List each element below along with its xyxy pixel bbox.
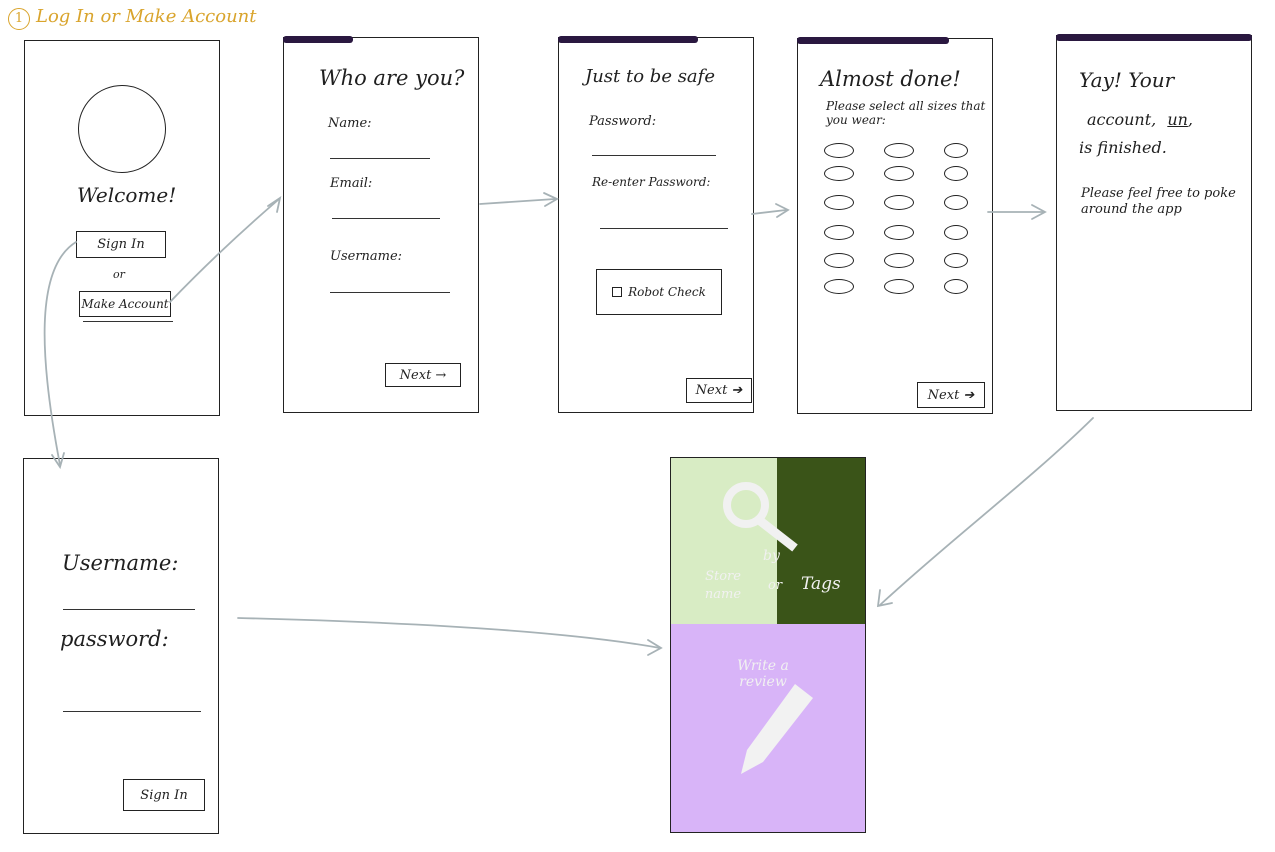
size-option[interactable]	[944, 166, 968, 181]
finished-line-2: account, un,	[1087, 110, 1193, 129]
account-text: account,	[1087, 110, 1157, 129]
progress-bar	[558, 36, 698, 43]
size-option[interactable]	[944, 195, 968, 210]
next-button[interactable]: Next ➔	[917, 382, 985, 408]
name-label: Name:	[328, 116, 372, 131]
size-option[interactable]	[824, 195, 854, 210]
size-option[interactable]	[884, 143, 914, 158]
almost-subheading: Please select all sizes that you wear:	[826, 99, 986, 127]
size-option[interactable]	[944, 279, 968, 294]
size-option[interactable]	[944, 253, 968, 268]
size-option[interactable]	[824, 143, 854, 158]
username-value: un	[1167, 110, 1188, 129]
next-button[interactable]: Next →	[385, 363, 461, 387]
next-button[interactable]: Next ➔	[686, 378, 752, 403]
size-option[interactable]	[884, 225, 914, 240]
robot-check-button[interactable]: Robot Check	[596, 269, 722, 315]
store-name-label: Store name	[704, 569, 742, 602]
finished-note: Please feel free to poke around the app	[1081, 186, 1236, 217]
sizes-screen: Almost done! Please select all sizes tha…	[797, 37, 993, 414]
size-option[interactable]	[824, 166, 854, 181]
logo-circle	[78, 85, 166, 173]
username-input[interactable]	[63, 609, 195, 610]
password-label: Password:	[589, 114, 657, 129]
username-input[interactable]	[330, 292, 450, 293]
finished-line-3: is finished.	[1079, 138, 1167, 157]
section-title: 1 Log In or Make Account	[8, 6, 256, 30]
almost-heading: Almost done!	[820, 67, 961, 91]
by-text: by	[763, 548, 780, 564]
size-option[interactable]	[824, 225, 854, 240]
password-screen: Just to be safe Password: Re-enter Passw…	[558, 36, 754, 413]
reenter-password-label: Re-enter Password:	[592, 175, 711, 189]
who-are-you-screen: Who are you? Name: Email: Username: Next…	[283, 36, 479, 413]
size-option[interactable]	[944, 143, 968, 158]
welcome-heading: Welcome!	[77, 183, 177, 207]
finished-screen: Yay! Your account, un, is finished. Plea…	[1056, 34, 1252, 411]
size-option[interactable]	[824, 253, 854, 268]
password-label: password:	[60, 627, 169, 651]
make-account-button[interactable]: Make Account	[79, 291, 171, 317]
search-icon	[723, 482, 798, 552]
or-text: or	[113, 268, 125, 281]
finished-line-1: Yay! Your	[1079, 68, 1175, 92]
size-option[interactable]	[884, 166, 914, 181]
progress-bar	[1056, 34, 1252, 41]
checkbox-icon[interactable]	[612, 287, 623, 297]
size-option[interactable]	[824, 279, 854, 294]
sign-in-screen: Username: password: Sign In	[23, 458, 219, 834]
password-input[interactable]	[592, 155, 716, 156]
username-label: Username:	[62, 551, 179, 575]
size-option[interactable]	[884, 253, 914, 268]
home-screen: by Store name or Tags Write a review	[670, 457, 866, 833]
size-option[interactable]	[884, 195, 914, 210]
or-text: or	[768, 578, 783, 593]
tags-label: Tags	[801, 574, 841, 594]
progress-bar	[797, 37, 949, 44]
sign-in-button[interactable]: Sign In	[123, 779, 205, 811]
size-option[interactable]	[884, 279, 914, 294]
who-heading: Who are you?	[319, 66, 465, 90]
welcome-screen: Welcome! Sign In or Make Account	[24, 40, 220, 416]
progress-bar	[283, 36, 353, 43]
size-option[interactable]	[944, 225, 968, 240]
username-label: Username:	[330, 249, 403, 264]
name-input[interactable]	[330, 158, 430, 159]
email-input[interactable]	[332, 218, 440, 219]
comma-text: ,	[1187, 110, 1194, 129]
pencil-icon	[741, 684, 813, 774]
section-title-text: Log In or Make Account	[36, 6, 257, 27]
email-label: Email:	[330, 176, 373, 191]
safe-heading: Just to be safe	[585, 66, 715, 87]
sign-in-button[interactable]: Sign In	[76, 231, 166, 258]
robot-check-label: Robot Check	[628, 285, 706, 299]
password-input[interactable]	[63, 711, 201, 712]
reenter-password-input[interactable]	[600, 228, 728, 229]
section-number: 1	[8, 8, 30, 30]
make-account-underline	[83, 321, 173, 322]
